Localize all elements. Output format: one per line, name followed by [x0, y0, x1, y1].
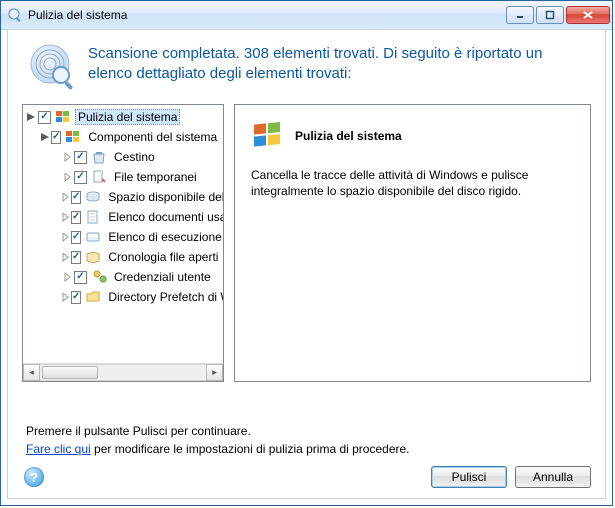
tree-node-leaf[interactable]: Elenco documenti usati: [23, 207, 223, 227]
fingerprint-search-icon: [28, 42, 76, 90]
node-label[interactable]: Elenco documenti usati: [105, 209, 223, 225]
app-icon: [7, 7, 23, 23]
horizontal-scrollbar[interactable]: ◂ ▸: [23, 363, 223, 381]
cancel-button[interactable]: Annulla: [515, 466, 591, 488]
node-label[interactable]: File temporanei: [111, 169, 200, 185]
scroll-thumb[interactable]: [42, 366, 98, 379]
collapse-icon[interactable]: [25, 111, 37, 123]
expand-icon[interactable]: [61, 231, 70, 243]
node-label[interactable]: Cronologia file aperti: [105, 249, 221, 265]
checkbox[interactable]: [71, 291, 81, 304]
expand-icon[interactable]: [61, 251, 70, 263]
tree-node-leaf[interactable]: Directory Prefetch di Windows: [23, 287, 223, 307]
checkbox[interactable]: [71, 191, 81, 204]
minimize-button[interactable]: [506, 6, 534, 24]
footer-settings-hint: Fare clic qui per modificare le impostaz…: [26, 442, 587, 456]
windows-flag-icon: [55, 109, 71, 125]
tree-panel: Pulizia del sistema Componenti del siste…: [22, 104, 224, 382]
node-label[interactable]: Cestino: [111, 149, 158, 165]
node-label[interactable]: Spazio disponibile del disco: [105, 189, 223, 205]
help-icon[interactable]: ?: [24, 467, 44, 487]
tree-node-leaf[interactable]: File temporanei: [23, 167, 223, 187]
checkbox[interactable]: [71, 251, 81, 264]
collapse-icon[interactable]: [41, 131, 50, 143]
tree-node-root[interactable]: Pulizia del sistema: [23, 107, 223, 127]
tree-node-leaf[interactable]: Credenziali utente: [23, 267, 223, 287]
window-title: Pulizia del sistema: [28, 8, 506, 22]
expand-icon[interactable]: [61, 171, 73, 183]
detail-title: Pulizia del sistema: [295, 129, 402, 143]
tree-node-leaf[interactable]: Elenco di esecuzione: [23, 227, 223, 247]
node-label[interactable]: Credenziali utente: [111, 269, 214, 285]
window-controls: [506, 6, 610, 24]
node-label[interactable]: Componenti del sistema: [85, 129, 220, 145]
checkbox[interactable]: [51, 131, 61, 144]
credentials-icon: [91, 269, 107, 285]
expand-icon[interactable]: [61, 211, 70, 223]
app-window: Pulizia del sistema: [0, 0, 613, 506]
node-label[interactable]: Directory Prefetch di Windows: [105, 289, 223, 305]
expand-icon[interactable]: [61, 271, 73, 283]
expand-icon[interactable]: [61, 191, 70, 203]
header: Scansione completata. 308 elementi trova…: [8, 30, 605, 98]
prefetch-icon: [85, 289, 101, 305]
temp-files-icon: [91, 169, 107, 185]
checkbox[interactable]: [71, 231, 81, 244]
detail-panel: Pulizia del sistema Cancella le tracce d…: [234, 104, 591, 382]
tree-view[interactable]: Pulizia del sistema Componenti del siste…: [23, 105, 223, 363]
scroll-left-button[interactable]: ◂: [23, 364, 40, 381]
maximize-button[interactable]: [536, 6, 564, 24]
open-history-icon: [85, 249, 101, 265]
tree-node-leaf[interactable]: Spazio disponibile del disco: [23, 187, 223, 207]
titlebar: Pulizia del sistema: [1, 1, 612, 30]
scan-summary: Scansione completata. 308 elementi trova…: [88, 42, 585, 90]
scroll-track[interactable]: [40, 364, 206, 381]
footer: Premere il pulsante Pulisci per continua…: [8, 416, 605, 498]
run-list-icon: [85, 229, 101, 245]
disk-space-icon: [85, 189, 101, 205]
client-area: Scansione completata. 308 elementi trova…: [7, 29, 606, 499]
scroll-right-button[interactable]: ▸: [206, 364, 223, 381]
windows-flag-icon: [65, 129, 81, 145]
checkbox[interactable]: [74, 151, 87, 164]
tree-node-leaf[interactable]: Cronologia file aperti: [23, 247, 223, 267]
clean-button[interactable]: Pulisci: [431, 466, 507, 488]
recycle-bin-icon: [91, 149, 107, 165]
detail-description: Cancella le tracce delle attività di Win…: [251, 167, 574, 199]
tree-node-components[interactable]: Componenti del sistema: [23, 127, 223, 147]
footer-settings-rest: per modificare le impostazioni di pulizi…: [91, 442, 410, 456]
node-label[interactable]: Pulizia del sistema: [75, 109, 180, 125]
expand-icon[interactable]: [61, 151, 73, 163]
settings-link[interactable]: Fare clic qui: [26, 442, 91, 456]
checkbox[interactable]: [74, 271, 87, 284]
tree-node-leaf[interactable]: Cestino: [23, 147, 223, 167]
node-label[interactable]: Elenco di esecuzione: [105, 229, 223, 245]
close-button[interactable]: [566, 6, 610, 24]
windows-flag-icon: [251, 119, 285, 153]
recent-docs-icon: [85, 209, 101, 225]
checkbox[interactable]: [71, 211, 81, 224]
checkbox[interactable]: [74, 171, 87, 184]
panels: Pulizia del sistema Componenti del siste…: [8, 98, 605, 382]
checkbox[interactable]: [38, 111, 51, 124]
expand-icon[interactable]: [61, 291, 70, 303]
footer-instruction: Premere il pulsante Pulisci per continua…: [26, 424, 587, 438]
